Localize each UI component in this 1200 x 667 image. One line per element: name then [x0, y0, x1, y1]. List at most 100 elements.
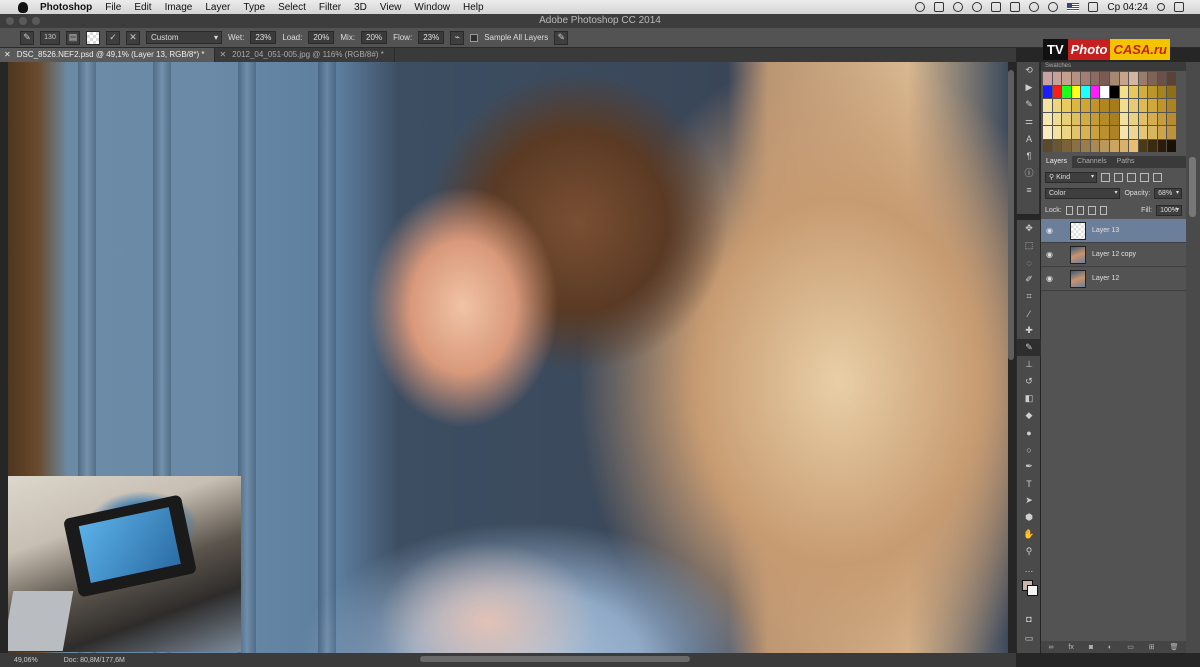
swatch-color[interactable]: [1157, 126, 1167, 139]
swatch-color[interactable]: [1109, 72, 1119, 85]
panel-scrollbar[interactable]: [1186, 62, 1200, 653]
swatch-color[interactable]: [1138, 99, 1148, 112]
notification-list-icon[interactable]: [1174, 2, 1184, 12]
swatch-color[interactable]: [1062, 126, 1071, 139]
swatch-color[interactable]: [1148, 99, 1157, 112]
swatch-color[interactable]: [1119, 139, 1129, 152]
swatch-color[interactable]: [1071, 126, 1081, 139]
battery-icon[interactable]: [1088, 2, 1099, 12]
screen-mode-icon[interactable]: ▭: [1017, 630, 1041, 647]
menu-file[interactable]: File: [105, 2, 121, 13]
swatch-color[interactable]: [1119, 85, 1129, 98]
spotlight-search-icon[interactable]: [1157, 3, 1165, 11]
zoom-level[interactable]: 49,06%: [14, 657, 38, 664]
swatch-color[interactable]: [1157, 72, 1167, 85]
paragraph-panel-icon[interactable]: ¶: [1017, 147, 1041, 164]
swatch-color[interactable]: [1062, 72, 1071, 85]
history-panel-icon[interactable]: ⟲: [1017, 62, 1041, 79]
swatch-color[interactable]: [1100, 126, 1109, 139]
swatch-color[interactable]: [1071, 85, 1081, 98]
menu-edit[interactable]: Edit: [134, 2, 151, 13]
blur-tool-icon[interactable]: ●: [1017, 424, 1041, 441]
swatch-color[interactable]: [1043, 139, 1052, 152]
swatches-panel-header[interactable]: Swatches: [1041, 62, 1186, 71]
swatch-color[interactable]: [1129, 99, 1138, 112]
swatch-color[interactable]: [1090, 72, 1100, 85]
swatch-color[interactable]: [1071, 139, 1081, 152]
swatch-color[interactable]: [1062, 112, 1071, 125]
swatch-color[interactable]: [1109, 99, 1119, 112]
swatch-color[interactable]: [1157, 99, 1167, 112]
swatch-color[interactable]: [1138, 139, 1148, 152]
mask-icon[interactable]: ◙: [1089, 644, 1093, 651]
layer-row-layer-12-copy[interactable]: ◉ Layer 12 copy: [1041, 243, 1186, 267]
swatch-color[interactable]: [1167, 85, 1176, 98]
swatch-color[interactable]: [1071, 99, 1081, 112]
swatch-color[interactable]: [1090, 112, 1100, 125]
menu-layer[interactable]: Layer: [205, 2, 230, 13]
minimize-window-button[interactable]: [19, 17, 27, 25]
folder-icon[interactable]: ▭: [1127, 643, 1134, 651]
swatch-color[interactable]: [1100, 85, 1109, 98]
layer-name[interactable]: Layer 13: [1092, 227, 1119, 234]
swatch-color[interactable]: [1090, 99, 1100, 112]
menu-help[interactable]: Help: [463, 2, 484, 13]
healing-brush-tool-icon[interactable]: ✚: [1017, 322, 1041, 339]
swatch-color[interactable]: [1090, 85, 1100, 98]
dodge-tool-icon[interactable]: ○: [1017, 441, 1041, 458]
filter-pixel-icon[interactable]: [1101, 173, 1110, 182]
swatch-color[interactable]: [1081, 72, 1090, 85]
swatch-color[interactable]: [1100, 72, 1109, 85]
volume-icon[interactable]: [1048, 2, 1059, 12]
pen-tool-icon[interactable]: ✒: [1017, 458, 1041, 475]
crop-tool-icon[interactable]: ⌗: [1017, 288, 1041, 305]
swatch-color[interactable]: [1148, 126, 1157, 139]
pressure-icon[interactable]: ✎: [554, 30, 569, 45]
lock-all-icon[interactable]: [1099, 206, 1108, 215]
cloud-icon[interactable]: [972, 2, 983, 12]
menu-type[interactable]: Type: [243, 2, 265, 13]
swatch-color[interactable]: [1090, 126, 1100, 139]
brush-panel-toggle-icon[interactable]: ▤: [66, 30, 80, 45]
path-select-tool-icon[interactable]: ➤: [1017, 492, 1041, 509]
swatch-color[interactable]: [1081, 126, 1090, 139]
fx-icon[interactable]: fx: [1068, 644, 1073, 651]
filter-smart-icon[interactable]: [1153, 173, 1162, 182]
swatch-color[interactable]: [1100, 139, 1109, 152]
swatch-color[interactable]: [1138, 85, 1148, 98]
swatch-color[interactable]: [1052, 99, 1062, 112]
swatch-color[interactable]: [1167, 112, 1176, 125]
brush-size-picker[interactable]: 130: [40, 30, 60, 45]
sample-all-layers-checkbox[interactable]: [470, 33, 479, 42]
swatch-color[interactable]: [1081, 139, 1090, 152]
swatch-color[interactable]: [1043, 112, 1052, 125]
bluetooth-icon[interactable]: [1010, 2, 1021, 12]
opacity-field[interactable]: 68%: [1154, 188, 1182, 199]
swatch-color[interactable]: [1052, 112, 1062, 125]
close-window-button[interactable]: [6, 17, 14, 25]
lock-image-icon[interactable]: [1077, 206, 1085, 215]
swatch-color[interactable]: [1148, 112, 1157, 125]
swatch-color[interactable]: [1167, 72, 1176, 85]
apple-icon[interactable]: [18, 1, 28, 13]
swatch-color[interactable]: [1062, 99, 1071, 112]
menu-window[interactable]: Window: [414, 2, 450, 13]
swatch-color[interactable]: [1129, 126, 1138, 139]
mixer-brush-tool-icon[interactable]: ✎: [1017, 339, 1041, 356]
blend-mode-dropdown[interactable]: Color: [1045, 188, 1121, 199]
swatch-color[interactable]: [1071, 112, 1081, 125]
eye-icon[interactable]: ◉: [1046, 250, 1058, 259]
menu-view[interactable]: View: [380, 2, 402, 13]
swatch-color[interactable]: [1071, 72, 1081, 85]
swatch-color[interactable]: [1119, 112, 1129, 125]
adjustment-icon[interactable]: ◐: [1108, 644, 1112, 651]
swatch-color[interactable]: [1052, 139, 1062, 152]
layer-name[interactable]: Layer 12 copy: [1092, 251, 1136, 258]
eye-icon[interactable]: ◉: [1046, 274, 1058, 283]
record-icon[interactable]: [953, 2, 964, 12]
swatch-color[interactable]: [1129, 72, 1138, 85]
swatch-color[interactable]: [1129, 139, 1138, 152]
canvas-horizontal-scrollbar[interactable]: [420, 656, 690, 662]
clock[interactable]: Ср 04:24: [1107, 2, 1148, 13]
menu-select[interactable]: Select: [278, 2, 306, 13]
